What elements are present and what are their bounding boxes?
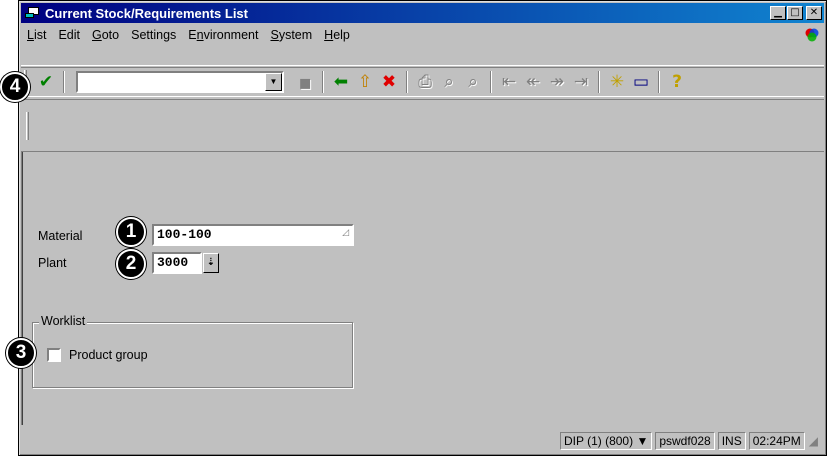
application-toolbar-grip[interactable] xyxy=(26,112,29,140)
status-bar: DIP (1) (800) ▼ pswdf028 INS 02:24PM ◢ xyxy=(21,429,824,453)
close-icon: ✕ xyxy=(809,7,819,18)
menu-help-mnemonic: H xyxy=(324,28,334,42)
minimize-icon: ▁ xyxy=(774,7,782,18)
save-icon[interactable]: ▪ xyxy=(294,71,316,93)
menu-system-rest: ystem xyxy=(278,28,313,42)
server-info: pswdf028 xyxy=(655,432,715,450)
plant-value-help-button[interactable]: ⇣ xyxy=(203,253,219,273)
maximize-icon: □ xyxy=(790,7,800,18)
application-toolbar xyxy=(21,99,824,147)
material-label: Material xyxy=(38,229,83,243)
value-help-arrow-icon: ⇣ xyxy=(206,257,216,268)
menu-settings-label: Settings xyxy=(131,28,177,42)
close-button[interactable]: ✕ xyxy=(806,6,822,20)
maximize-button[interactable]: □ xyxy=(787,6,803,20)
callout-3: 3 xyxy=(6,338,36,368)
plant-label: Plant xyxy=(38,256,67,270)
menu-list-mnemonic: L xyxy=(27,28,34,42)
enter-icon[interactable]: ✔ xyxy=(35,71,57,93)
menu-goto-rest: oto xyxy=(101,28,120,42)
plant-input[interactable]: 3000 xyxy=(152,252,202,274)
window-title: Current Stock/Requirements List xyxy=(45,5,248,21)
menu-goto[interactable]: Goto xyxy=(86,26,125,44)
menu-help[interactable]: Help xyxy=(318,26,356,44)
menu-environment-pre: E xyxy=(188,28,197,42)
menu-system[interactable]: System xyxy=(264,26,318,44)
menu-edit[interactable]: Edit xyxy=(52,26,86,44)
minimize-button[interactable]: ▁ xyxy=(770,6,786,20)
command-dropdown-button[interactable]: ▼ xyxy=(265,73,282,91)
plant-value: 3000 xyxy=(157,255,189,270)
menu-settings[interactable]: Settings xyxy=(125,26,182,44)
cancel-icon[interactable]: ✖ xyxy=(378,71,400,93)
print-icon[interactable]: ⎙ xyxy=(414,71,436,93)
product-group-checkbox[interactable] xyxy=(47,348,61,362)
menu-help-rest: elp xyxy=(333,28,350,42)
previous-page-icon[interactable]: ↞ xyxy=(522,71,544,93)
back-icon[interactable]: ⬅ xyxy=(330,71,352,93)
exit-icon[interactable]: ⇧ xyxy=(354,71,376,93)
first-page-icon[interactable]: ⇤ xyxy=(498,71,520,93)
worklist-title: Worklist xyxy=(39,314,88,328)
system-info-value: DIP (1) (800) xyxy=(563,434,634,448)
find-icon[interactable]: ⌕ xyxy=(438,71,460,93)
worklist-groupbox: Worklist Product group xyxy=(32,314,353,388)
insert-mode: INS xyxy=(717,432,746,450)
sap-window-icon xyxy=(25,7,39,19)
menu-bar: List Edit Goto Settings Environment Syst… xyxy=(21,25,824,45)
callout-1: 1 xyxy=(116,217,146,247)
resize-grip-icon: ◿ xyxy=(342,228,349,238)
command-field[interactable]: ▼ xyxy=(76,71,284,93)
find-next-icon[interactable]: ⌕ xyxy=(462,71,484,93)
standard-toolbar: ✔ ▼ ▪ ⬅ ⇧ ✖ ⎙ ⌕ ⌕ ⇤ ↞ ↠ ⇥ ✳ ▭ ? xyxy=(21,67,824,97)
shortcut-icon[interactable]: ▭ xyxy=(630,71,652,93)
menu-environment-mnemonic: n xyxy=(196,28,204,42)
create-session-icon[interactable]: ✳ xyxy=(606,71,628,93)
menu-system-mnemonic: S xyxy=(270,28,279,42)
selection-screen: Material 100-100 ◿ Plant 3000 ⇣ Worklist… xyxy=(21,151,824,425)
last-page-icon[interactable]: ⇥ xyxy=(570,71,592,93)
command-input[interactable] xyxy=(78,73,258,91)
window-resize-grip-icon[interactable]: ◢ xyxy=(809,434,818,448)
sap-logo-icon[interactable] xyxy=(804,27,820,43)
menu-environment-rest: vironment xyxy=(203,28,259,42)
title-bar: Current Stock/Requirements List ▁ □ ✕ xyxy=(21,3,824,23)
menu-edit-label: Edit xyxy=(58,28,80,42)
help-icon[interactable]: ? xyxy=(666,71,688,93)
material-value: 100-100 xyxy=(157,227,212,242)
material-input[interactable]: 100-100 ◿ xyxy=(152,224,354,246)
callout-4: 4 xyxy=(0,72,30,102)
next-page-icon[interactable]: ↠ xyxy=(546,71,568,93)
menu-environment[interactable]: Environment xyxy=(182,26,264,44)
menu-list-rest: ist xyxy=(33,28,47,42)
chevron-down-icon: ▼ xyxy=(636,434,649,448)
menu-goto-mnemonic: G xyxy=(92,28,102,42)
menu-list[interactable]: List xyxy=(21,26,52,44)
product-group-label: Product group xyxy=(69,348,148,362)
system-info[interactable]: DIP (1) (800) ▼ xyxy=(559,432,653,450)
callout-2: 2 xyxy=(116,249,146,279)
chevron-down-icon: ▼ xyxy=(269,77,278,86)
clock: 02:24PM xyxy=(748,432,805,450)
